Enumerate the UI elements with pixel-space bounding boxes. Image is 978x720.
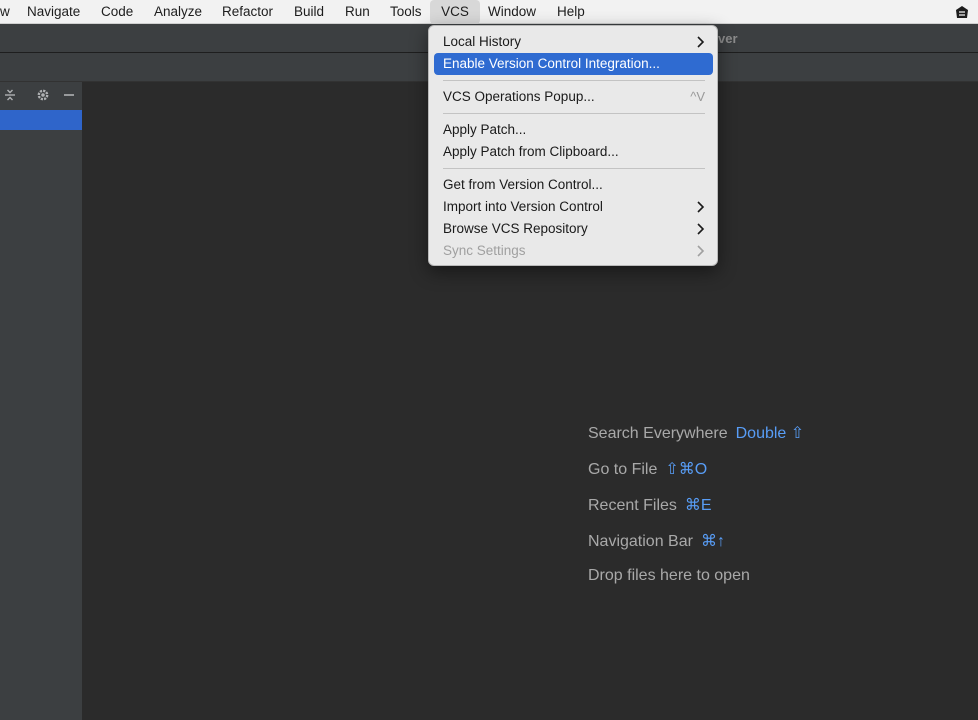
menu-item-label: Apply Patch from Clipboard... [443, 144, 619, 159]
menu-item-label: Get from Version Control... [443, 177, 603, 192]
menu-item-label: Browse VCS Repository [443, 221, 588, 236]
menu-item-apply-patch-clipboard[interactable]: Apply Patch from Clipboard... [434, 141, 713, 163]
hint-shortcut: ⌘E [684, 497, 712, 514]
menu-analyze[interactable]: Analyze [154, 0, 202, 24]
menu-view[interactable]: w [0, 0, 10, 24]
hide-panel-icon[interactable] [61, 87, 77, 103]
menu-item-browse-vcs-repository[interactable]: Browse VCS Repository [434, 218, 713, 240]
macos-menubar: w Navigate Code Analyze Refactor Build R… [0, 0, 978, 24]
chevron-right-icon [697, 201, 705, 213]
menu-item-enable-vcs-integration[interactable]: Enable Version Control Integration... [434, 53, 713, 75]
project-panel-header [0, 82, 82, 108]
menu-separator [443, 168, 705, 169]
menu-separator [443, 80, 705, 81]
menu-item-vcs-operations-popup[interactable]: VCS Operations Popup... ^V [434, 86, 713, 108]
hint-recent-files: Recent Files ⌘E [588, 495, 712, 515]
menu-item-label: Sync Settings [443, 243, 526, 258]
hint-drop-files: Drop files here to open [588, 567, 750, 585]
menu-refactor[interactable]: Refactor [222, 0, 273, 24]
menu-separator [443, 113, 705, 114]
project-panel [0, 82, 83, 720]
window-title: ver [718, 31, 738, 46]
menu-item-label: Local History [443, 34, 522, 49]
menu-item-label: Import into Version Control [443, 199, 603, 214]
menu-code[interactable]: Code [101, 0, 133, 24]
hint-label: Navigation Bar [588, 533, 693, 550]
menu-item-label: Apply Patch... [443, 122, 527, 137]
menu-item-local-history[interactable]: Local History [434, 31, 713, 53]
menu-item-import-into-vcs[interactable]: Import into Version Control [434, 196, 713, 218]
menu-navigate[interactable]: Navigate [27, 0, 80, 24]
hint-label: Go to File [588, 461, 658, 478]
menu-item-label: VCS Operations Popup... [443, 89, 595, 104]
menu-vcs[interactable]: VCS [430, 0, 480, 24]
menu-window[interactable]: Window [488, 0, 536, 24]
hint-label: Recent Files [588, 497, 677, 514]
menu-build[interactable]: Build [294, 0, 324, 24]
tray-icon-graphic [956, 6, 968, 18]
menu-run[interactable]: Run [345, 0, 370, 24]
project-tree-selected-row[interactable] [0, 110, 82, 130]
hint-shortcut: ⇧⌘O [665, 461, 708, 478]
menu-item-sync-settings: Sync Settings [434, 240, 713, 262]
menu-item-get-from-vcs[interactable]: Get from Version Control... [434, 174, 713, 196]
vcs-dropdown-menu: Local History Enable Version Control Int… [428, 25, 718, 266]
hint-search-everywhere: Search Everywhere Double ⇧ [588, 423, 804, 443]
gear-icon[interactable] [35, 87, 51, 103]
hint-label: Search Everywhere [588, 425, 728, 442]
menu-item-apply-patch[interactable]: Apply Patch... [434, 119, 713, 141]
collapse-all-icon[interactable] [2, 87, 18, 103]
chevron-right-icon [697, 245, 705, 257]
menu-help[interactable]: Help [557, 0, 585, 24]
hint-shortcut: Double ⇧ [735, 425, 805, 442]
menu-item-label: Enable Version Control Integration... [443, 56, 660, 71]
menu-tools[interactable]: Tools [390, 0, 422, 24]
chevron-right-icon [697, 223, 705, 235]
hint-navigation-bar: Navigation Bar ⌘↑ [588, 531, 725, 551]
hint-shortcut: ⌘↑ [700, 533, 725, 550]
hint-go-to-file: Go to File ⇧⌘O [588, 459, 707, 479]
hint-label: Drop files here to open [588, 567, 750, 584]
menu-item-shortcut: ^V [690, 89, 705, 104]
chevron-right-icon [697, 36, 705, 48]
app-tray-icon[interactable] [954, 4, 970, 20]
